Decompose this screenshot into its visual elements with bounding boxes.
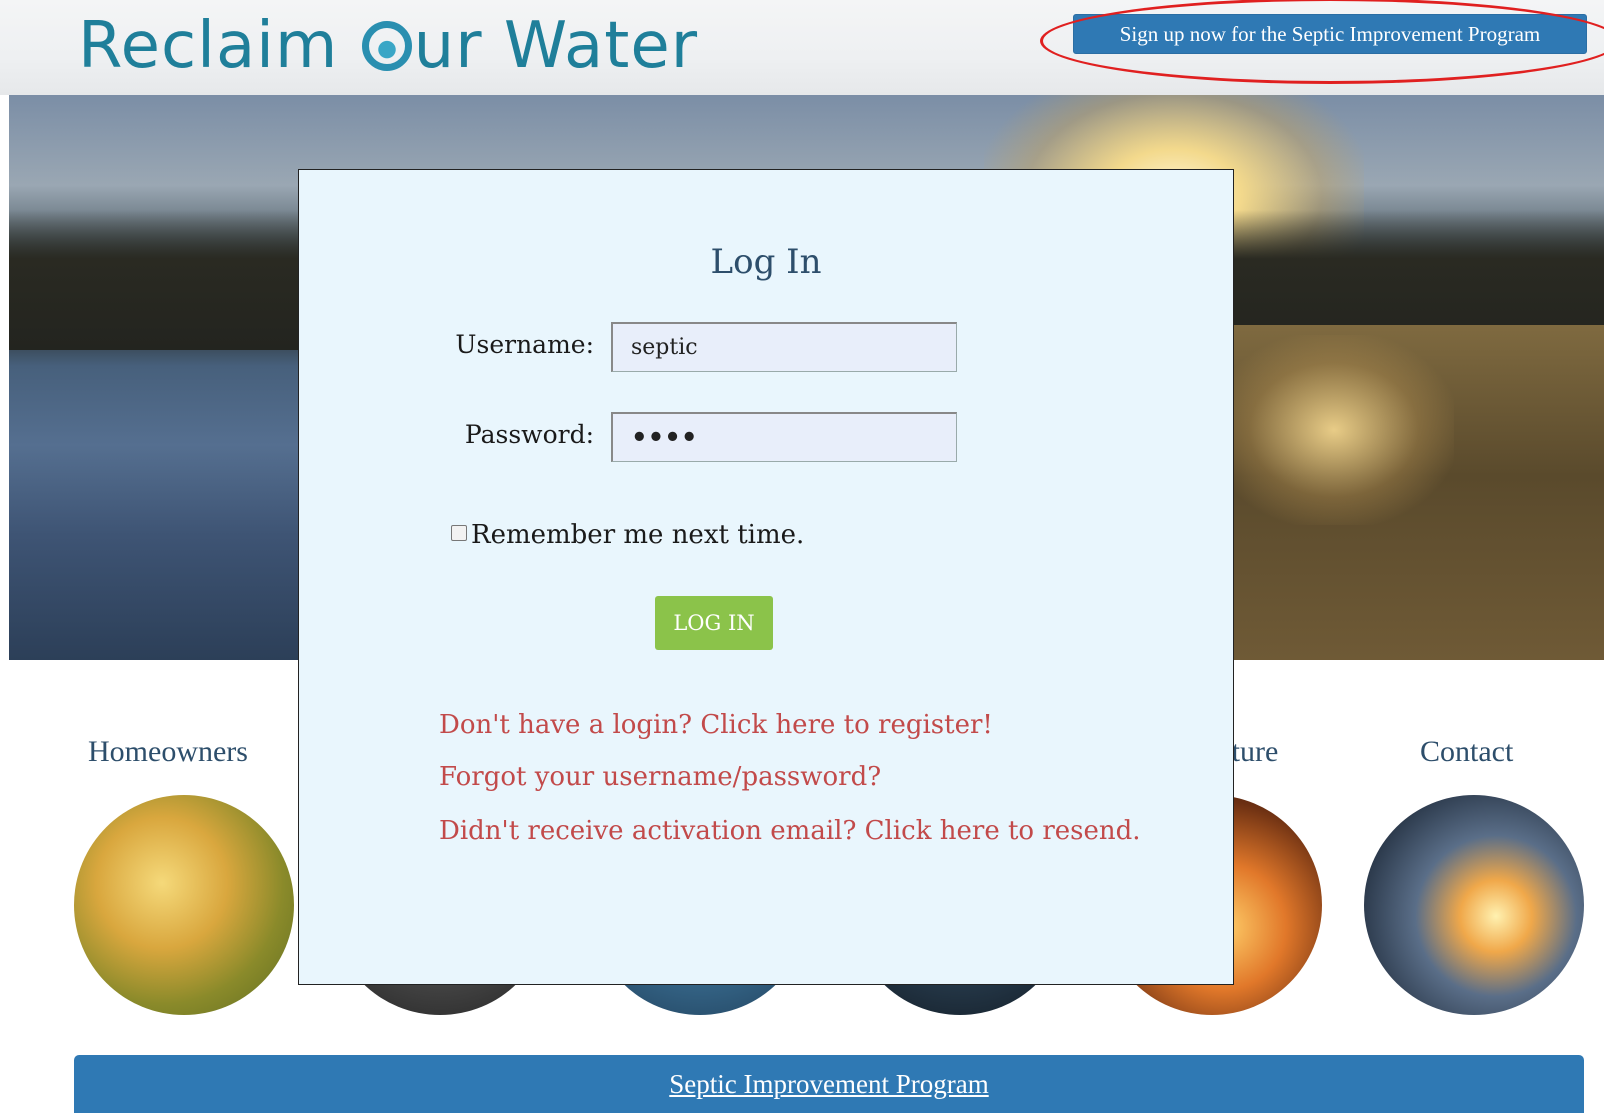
logo-text-our-water: ur Water xyxy=(413,9,699,83)
login-title: Log In xyxy=(710,242,822,282)
water-reflection xyxy=(1214,335,1454,525)
signup-septic-program-button[interactable]: Sign up now for the Septic Improvement P… xyxy=(1073,14,1587,54)
forgot-credentials-link[interactable]: Forgot your username/password? xyxy=(439,762,881,792)
username-field[interactable]: septic xyxy=(611,322,957,372)
nav-image-contact[interactable] xyxy=(1364,795,1584,1015)
remember-me-label[interactable]: Remember me next time. xyxy=(471,520,804,550)
site-header: Reclaim ur Water Sign up now for the Sep… xyxy=(0,0,1604,95)
remember-me-row: Remember me next time. xyxy=(451,520,804,550)
site-logo[interactable]: Reclaim ur Water xyxy=(78,6,698,86)
resend-activation-link[interactable]: Didn't receive activation email? Click h… xyxy=(439,816,1141,846)
password-label: Password: xyxy=(464,420,594,449)
septic-program-link[interactable]: Septic Improvement Program xyxy=(669,1069,988,1099)
septic-program-bar: Septic Improvement Program xyxy=(74,1055,1584,1113)
register-link[interactable]: Don't have a login? Click here to regist… xyxy=(439,710,993,740)
password-field[interactable]: •••• xyxy=(611,412,957,462)
nav-label-contact[interactable]: Contact xyxy=(1420,735,1513,769)
login-button[interactable]: LOG IN xyxy=(655,596,773,650)
nav-label-homeowners[interactable]: Homeowners xyxy=(88,735,248,769)
water-drop-logo-icon xyxy=(361,21,412,71)
remember-me-checkbox[interactable] xyxy=(451,525,467,541)
login-modal: Log In Username: septic Password: •••• R… xyxy=(298,169,1234,985)
username-label: Username: xyxy=(455,330,594,359)
nav-image-homeowners[interactable] xyxy=(74,795,294,1015)
logo-text-reclaim: Reclaim xyxy=(78,9,339,83)
